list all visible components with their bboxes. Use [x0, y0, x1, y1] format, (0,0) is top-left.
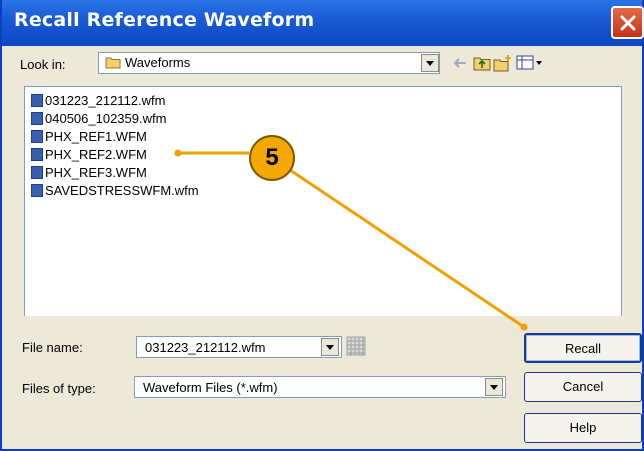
dialog-title: Recall Reference Waveform	[14, 9, 315, 31]
files-of-type-dropdown-button[interactable]	[485, 378, 503, 396]
back-arrow-icon[interactable]	[451, 54, 469, 72]
file-icon	[31, 184, 43, 197]
file-name-label-row: File name:	[22, 340, 83, 355]
title-bar: Recall Reference Waveform	[2, 0, 644, 46]
file-name-input[interactable]: 031223_212112.wfm	[136, 336, 342, 358]
list-item[interactable]: PHX_REF1.WFM	[31, 129, 147, 145]
list-item[interactable]: PHX_REF3.WFM	[31, 165, 147, 181]
list-item[interactable]: 031223_212112.wfm	[31, 93, 165, 109]
step-callout-badge: 5	[249, 135, 295, 181]
files-of-type-label: Files of type:	[22, 381, 96, 396]
view-menu-icon[interactable]	[516, 54, 546, 72]
help-button[interactable]: Help	[524, 413, 642, 443]
list-item[interactable]: SAVEDSTRESSWFM.wfm	[31, 183, 199, 199]
file-name-value: 031223_212112.wfm	[145, 340, 266, 355]
file-list[interactable]: 031223_212112.wfm 040506_102359.wfm PHX_…	[24, 86, 622, 316]
file-icon	[31, 94, 43, 107]
file-icon	[31, 166, 43, 179]
list-item[interactable]: PHX_REF2.WFM	[31, 147, 147, 163]
files-of-type-value: Waveform Files (*.wfm)	[143, 380, 278, 395]
close-icon	[620, 15, 636, 31]
file-icon	[31, 148, 43, 161]
file-icon	[31, 112, 43, 125]
list-item[interactable]: 040506_102359.wfm	[31, 111, 166, 127]
look-in-combo[interactable]: Waveforms	[98, 52, 440, 74]
file-icon	[31, 130, 43, 143]
look-in-value: Waveforms	[125, 55, 191, 70]
close-button[interactable]	[611, 6, 644, 39]
file-name-dropdown-button[interactable]	[321, 338, 339, 356]
files-of-type-combo[interactable]: Waveform Files (*.wfm)	[134, 376, 506, 398]
cancel-button[interactable]: Cancel	[524, 372, 642, 402]
recall-button[interactable]: Recall	[524, 333, 642, 363]
up-folder-icon[interactable]	[473, 54, 491, 72]
folder-icon	[105, 57, 121, 69]
look-in-dropdown-button[interactable]	[421, 54, 439, 72]
callout-dot-recall	[520, 323, 528, 331]
look-in-label: Look in:	[20, 57, 66, 72]
new-folder-icon[interactable]	[493, 54, 513, 72]
grid-icon	[346, 336, 366, 356]
